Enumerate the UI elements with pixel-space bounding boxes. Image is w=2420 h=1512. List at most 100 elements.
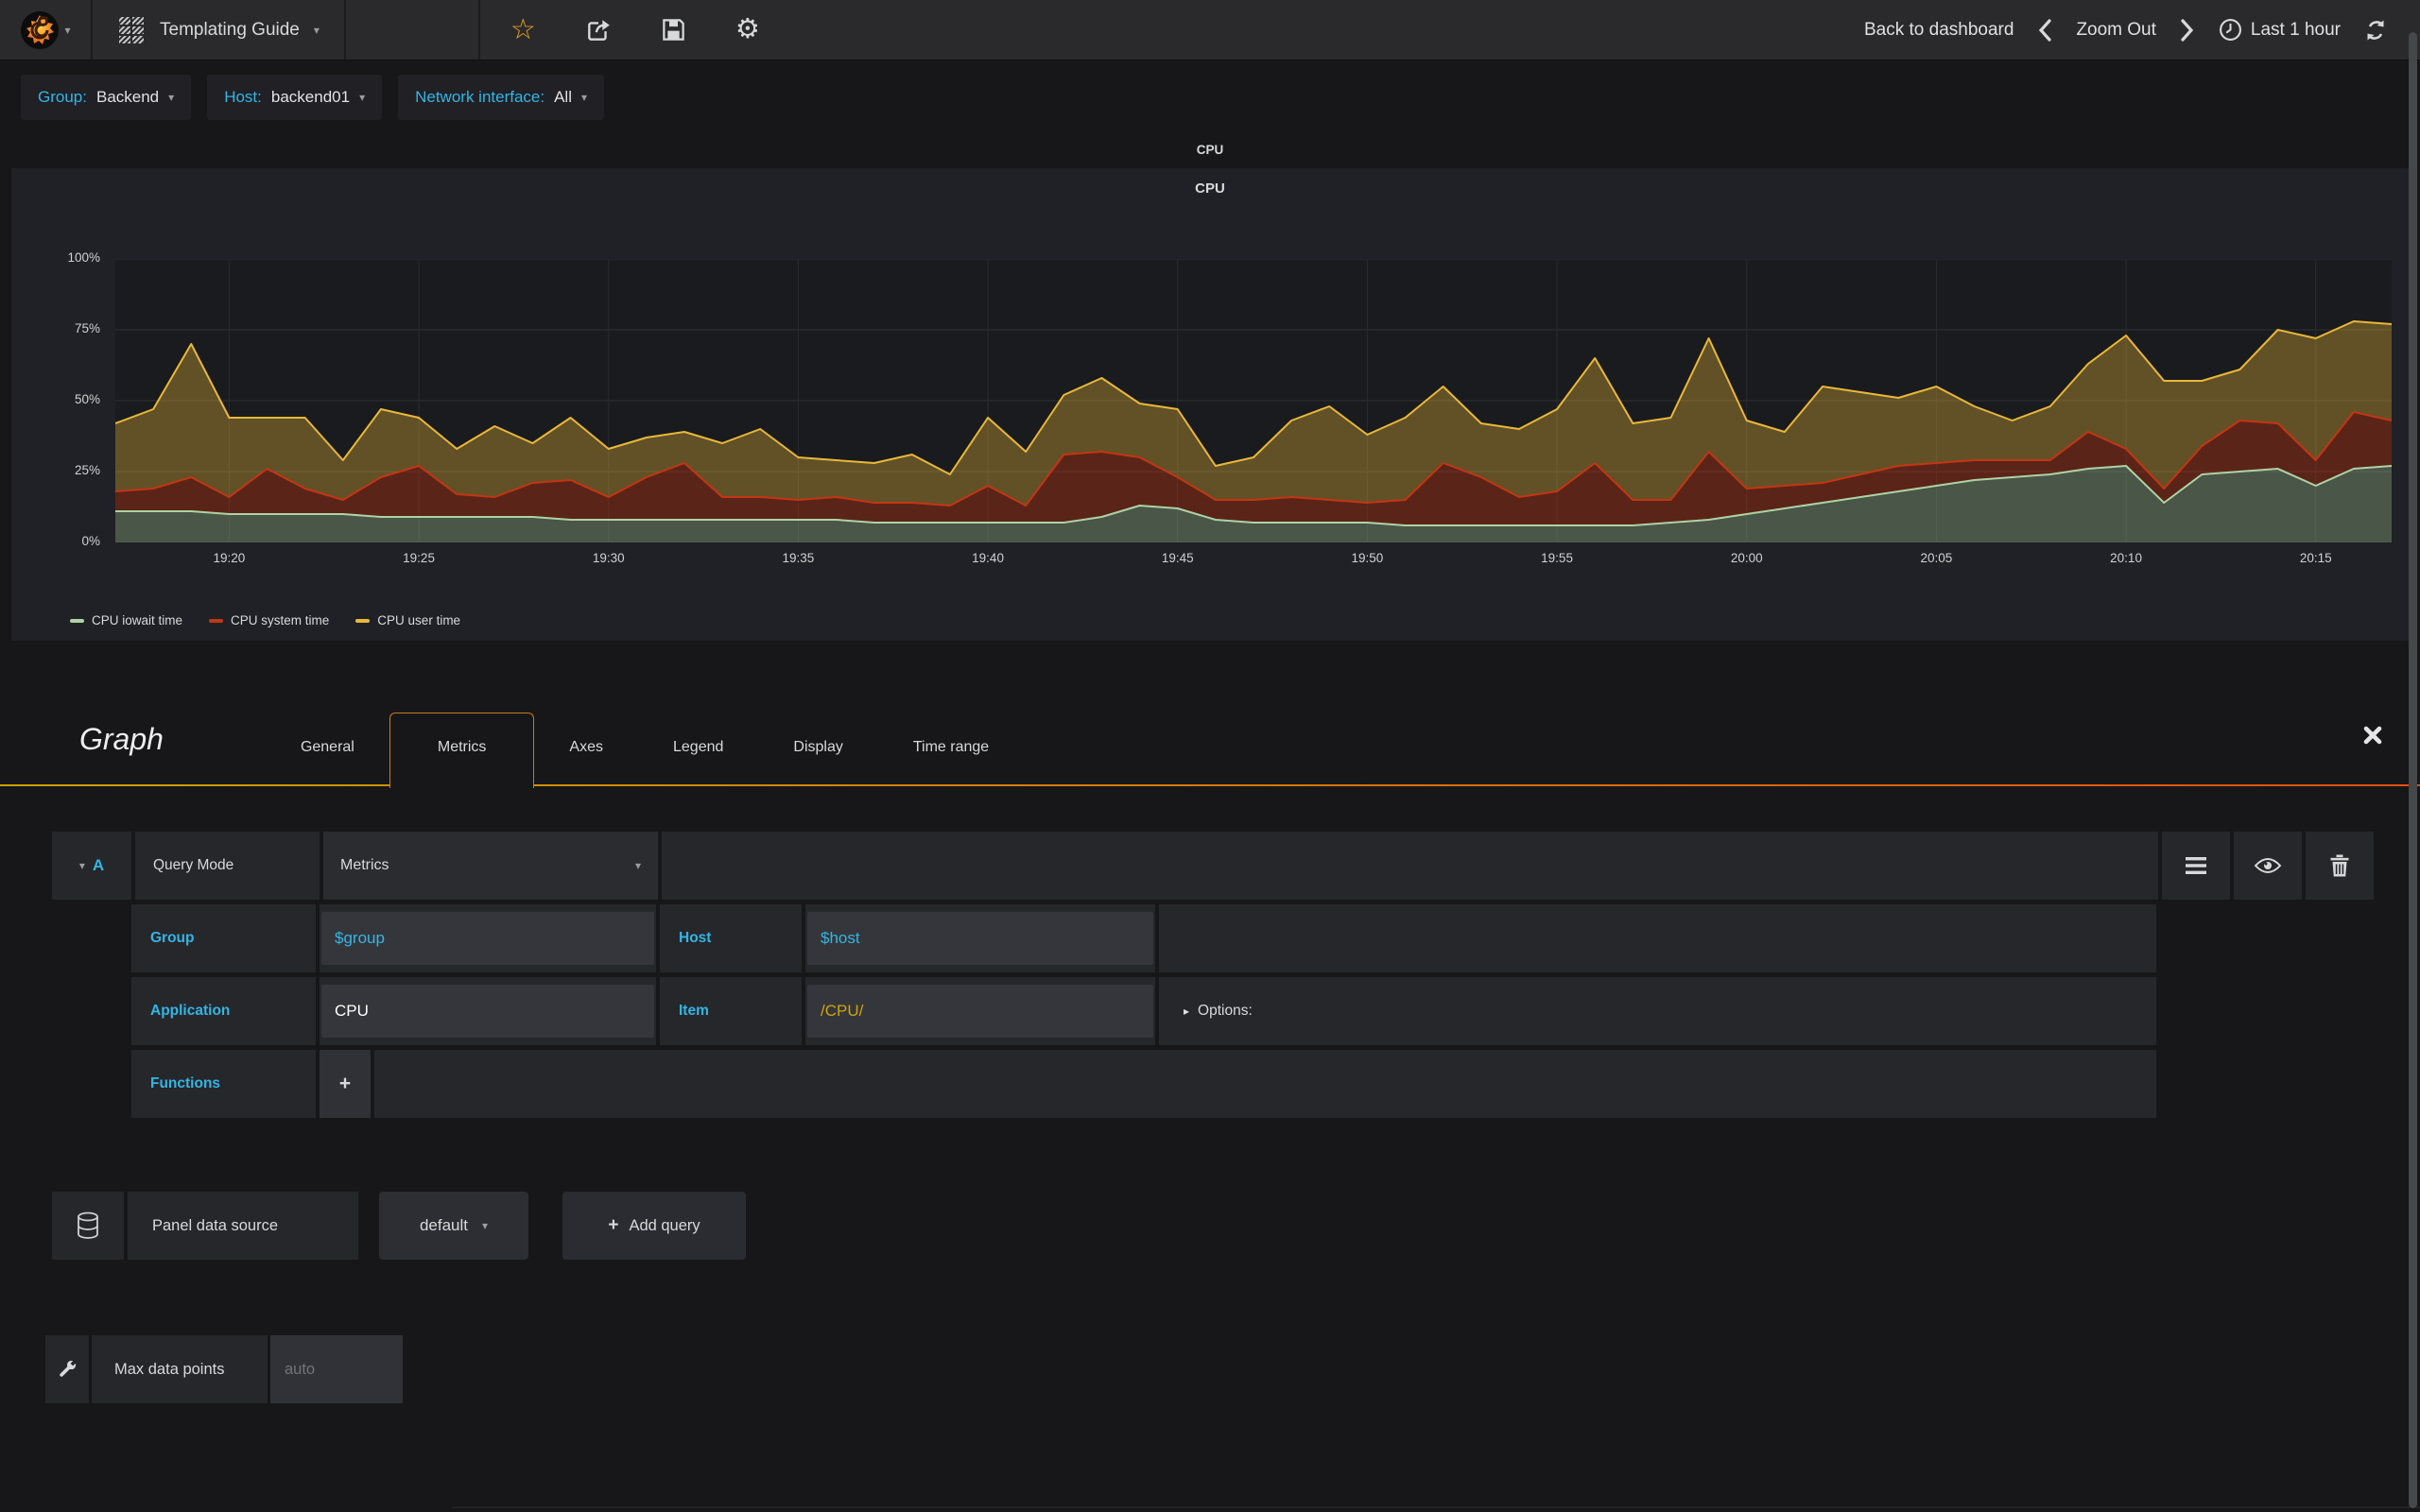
- query-mode-select[interactable]: Metrics ▾: [323, 832, 658, 900]
- navbar: ▾ Templating Guide ▾ ☆ ⚙ Back to dashboa…: [0, 0, 2420, 60]
- x-axis-label: 19:50: [1351, 551, 1384, 565]
- add-query-button[interactable]: + Add query: [562, 1192, 746, 1260]
- legend-item[interactable]: CPU iowait time: [70, 613, 182, 627]
- variable-label: Host:: [224, 88, 262, 106]
- navbar-right: Back to dashboard Zoom Out Last 1 hour: [1864, 0, 2420, 60]
- panel-editor: Graph General Metrics Axes Legend Display Tim…: [0, 692, 2420, 1403]
- tab-metrics[interactable]: Metrics: [389, 713, 535, 788]
- chevron-down-icon: ▾: [168, 91, 175, 104]
- group-label: Group: [131, 904, 316, 972]
- panel-type-title: Graph: [79, 721, 164, 756]
- legend-label: CPU system time: [231, 613, 330, 627]
- functions-label: Functions: [131, 1050, 316, 1118]
- row-title[interactable]: CPU: [0, 143, 2420, 157]
- tab-axes[interactable]: Axes: [534, 739, 638, 786]
- datasource-row: Panel data source default ▾ + Add query: [52, 1192, 2420, 1260]
- refresh-icon[interactable]: [2363, 18, 2388, 43]
- x-axis-label: 19:40: [972, 551, 1004, 565]
- chevron-down-icon: ▾: [78, 859, 85, 872]
- query-delete-button[interactable]: [2306, 832, 2374, 900]
- chevron-down-icon: ▾: [64, 23, 71, 37]
- y-axis-label: 50%: [74, 392, 100, 406]
- variable-value: All: [554, 88, 572, 106]
- plus-icon: +: [608, 1215, 619, 1235]
- tab-display[interactable]: Display: [758, 739, 877, 786]
- max-data-points-input[interactable]: [270, 1335, 403, 1403]
- back-to-dashboard-button[interactable]: Back to dashboard: [1864, 20, 2014, 41]
- options-label: Options:: [1198, 1003, 1253, 1019]
- grafana-logo-menu[interactable]: ▾: [0, 0, 91, 60]
- grafana-logo-icon: [21, 10, 60, 49]
- add-query-label: Add query: [629, 1216, 700, 1234]
- datasource-select[interactable]: default ▾: [379, 1192, 528, 1260]
- tab-general[interactable]: General: [266, 739, 389, 786]
- time-picker-button[interactable]: Last 1 hour: [2219, 18, 2341, 42]
- chevron-left-icon[interactable]: [2036, 18, 2053, 43]
- editor-header: Graph General Metrics Axes Legend Display Tim…: [0, 692, 2420, 788]
- divider: [452, 1506, 2420, 1508]
- save-icon[interactable]: [661, 17, 686, 43]
- query-toggle-visibility-button[interactable]: [2234, 832, 2302, 900]
- group-input-cell: [320, 904, 656, 972]
- variable-dropdown-host[interactable]: Host: backend01 ▾: [207, 75, 383, 120]
- gear-icon[interactable]: ⚙: [735, 16, 760, 43]
- wrench-icon-cell: [45, 1335, 89, 1403]
- query-menu-button[interactable]: [2162, 832, 2230, 900]
- group-input[interactable]: [321, 912, 654, 965]
- close-editor-button[interactable]: [2361, 724, 2384, 751]
- query-row-filler: [662, 832, 2158, 900]
- legend-swatch: [70, 618, 84, 623]
- chevron-right-icon[interactable]: [2179, 18, 2196, 43]
- panel-options-row: Max data points: [45, 1335, 2420, 1403]
- tab-legend[interactable]: Legend: [638, 739, 758, 786]
- legend-label: CPU user time: [377, 613, 461, 627]
- query-ref-letter: A: [92, 856, 105, 874]
- editor-tabs: General Metrics Axes Legend Display Time rang…: [266, 692, 1024, 788]
- row-filler: [1159, 904, 2156, 972]
- variable-dropdown-group[interactable]: Group: Backend ▾: [21, 75, 192, 120]
- legend-item[interactable]: CPU system time: [209, 613, 329, 627]
- legend-item[interactable]: CPU user time: [355, 613, 460, 627]
- application-input-cell: [320, 977, 656, 1045]
- chevron-down-icon: ▾: [482, 1219, 489, 1232]
- datasource-label: Panel data source: [128, 1192, 358, 1260]
- application-input[interactable]: [321, 985, 654, 1038]
- dashboard-title: Templating Guide: [160, 19, 300, 40]
- query-row-group-host: Group Host: [131, 904, 2156, 972]
- item-input[interactable]: [807, 985, 1153, 1038]
- close-icon: [2363, 726, 2382, 745]
- panel-title[interactable]: CPU: [11, 168, 2409, 197]
- graph-legend: CPU iowait time CPU system time CPU user t…: [70, 613, 460, 627]
- datasource-value: default: [419, 1216, 468, 1234]
- x-axis-label: 20:00: [1730, 551, 1763, 565]
- x-axis-label: 20:15: [2299, 551, 2332, 565]
- max-data-points-label: Max data points: [92, 1335, 268, 1403]
- x-axis-label: 19:55: [1541, 551, 1573, 565]
- star-icon[interactable]: ☆: [510, 15, 536, 44]
- plot-area[interactable]: 0% 25% 50% 75% 100% 19:20 19:25 19:30 19:35 19:40…: [67, 250, 2392, 565]
- x-axis-label: 19:20: [213, 551, 246, 565]
- y-axis-label: 100%: [67, 250, 100, 265]
- wrench-icon: [60, 1360, 77, 1377]
- query-collapse-toggle[interactable]: ▾ A: [52, 832, 131, 900]
- dashboard-title-menu[interactable]: Templating Guide ▾: [93, 0, 344, 60]
- legend-label: CPU iowait time: [92, 613, 183, 627]
- share-icon[interactable]: [585, 17, 612, 43]
- query-mode-value: Metrics: [340, 857, 389, 873]
- query-editor: ▾ A Query Mode Metrics ▾ Group $group Ho…: [52, 832, 2420, 1118]
- variable-dropdown-network-interface[interactable]: Network interface: All ▾: [398, 75, 605, 120]
- chevron-down-icon: ▾: [359, 91, 366, 104]
- add-function-button[interactable]: +: [320, 1050, 371, 1118]
- template-variable-row: Group: Backend ▾ Host: backend01 ▾ Network int…: [0, 60, 2420, 120]
- host-label: Host: [660, 904, 802, 972]
- tab-time-range[interactable]: Time range: [878, 739, 1024, 786]
- chevron-down-icon: ▾: [634, 859, 641, 872]
- legend-swatch: [209, 618, 224, 623]
- clock-icon: [2219, 19, 2241, 41]
- cpu-graph-canvas[interactable]: [115, 259, 2392, 542]
- options-toggle[interactable]: ▸ Options:: [1159, 977, 2156, 1045]
- zoom-out-button[interactable]: Zoom Out: [2076, 20, 2155, 41]
- variable-label: Group:: [38, 88, 87, 106]
- host-input[interactable]: [807, 912, 1153, 965]
- scrollbar[interactable]: [2409, 32, 2417, 1508]
